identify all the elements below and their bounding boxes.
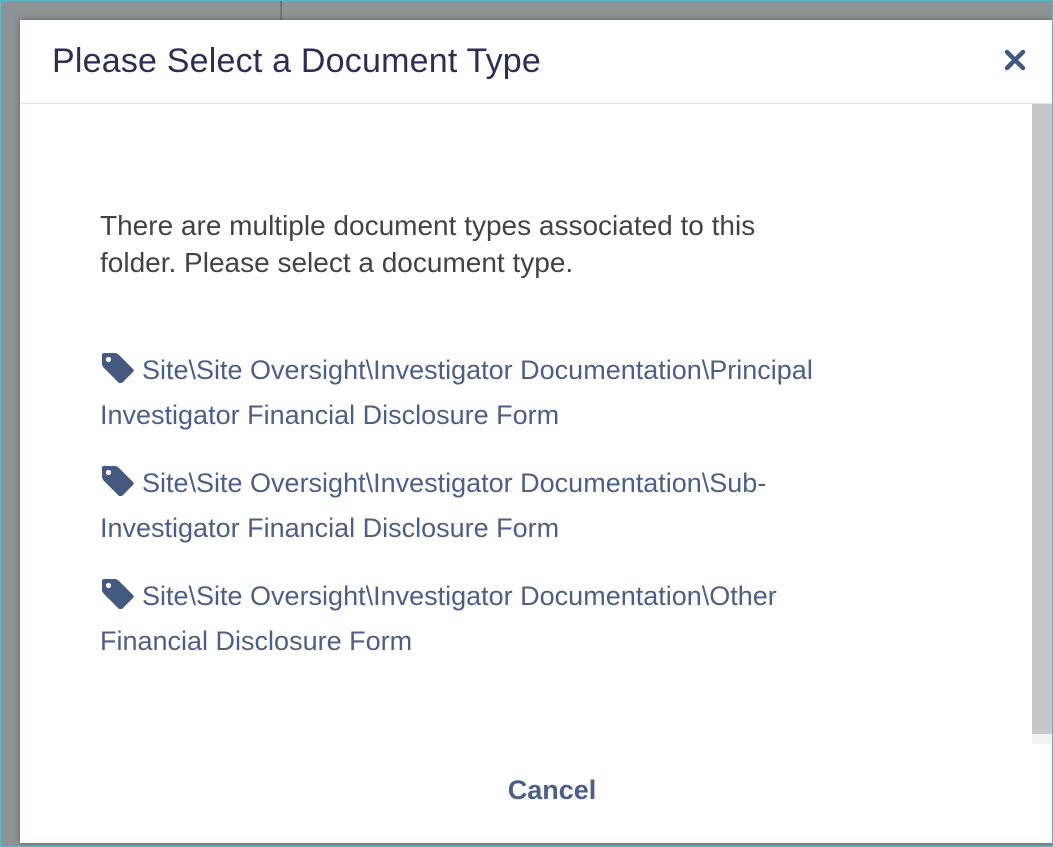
- intro-line: There are multiple document types associ…: [100, 210, 756, 241]
- document-type-dialog: Please Select a Document Type There are …: [20, 20, 1053, 843]
- dialog-scrollbar[interactable]: [1032, 104, 1053, 744]
- option-path-line: Financial Disclosure Form: [100, 626, 413, 656]
- document-type-option-sub[interactable]: Site\Site Oversight\Investigator Documen…: [100, 461, 940, 551]
- intro-line: folder. Please select a document type.: [100, 247, 574, 278]
- scrollbar-thumb[interactable]: [1032, 104, 1053, 734]
- tag-icon: [102, 466, 134, 496]
- background-divider: [280, 0, 282, 20]
- cancel-button[interactable]: Cancel: [482, 768, 622, 812]
- dialog-body: There are multiple document types associ…: [20, 104, 1032, 744]
- close-icon: [1004, 49, 1026, 71]
- option-path-line: Site\Site Oversight\Investigator Documen…: [142, 581, 777, 611]
- document-type-option-principal[interactable]: Site\Site Oversight\Investigator Documen…: [100, 348, 940, 438]
- close-button[interactable]: [1003, 48, 1027, 72]
- option-path-line: Investigator Financial Disclosure Form: [100, 513, 560, 543]
- option-path-line: Site\Site Oversight\Investigator Documen…: [142, 468, 767, 498]
- dialog-header: Please Select a Document Type: [20, 20, 1053, 104]
- dialog-title: Please Select a Document Type: [52, 42, 542, 80]
- option-path-line: Site\Site Oversight\Investigator Documen…: [142, 355, 813, 385]
- option-path-line: Investigator Financial Disclosure Form: [100, 400, 560, 430]
- tag-icon: [102, 353, 134, 383]
- dialog-footer: Cancel: [20, 744, 1053, 843]
- tag-icon: [102, 579, 134, 609]
- document-type-option-other[interactable]: Site\Site Oversight\Investigator Documen…: [100, 574, 940, 664]
- dialog-intro-text: There are multiple document types associ…: [100, 207, 900, 281]
